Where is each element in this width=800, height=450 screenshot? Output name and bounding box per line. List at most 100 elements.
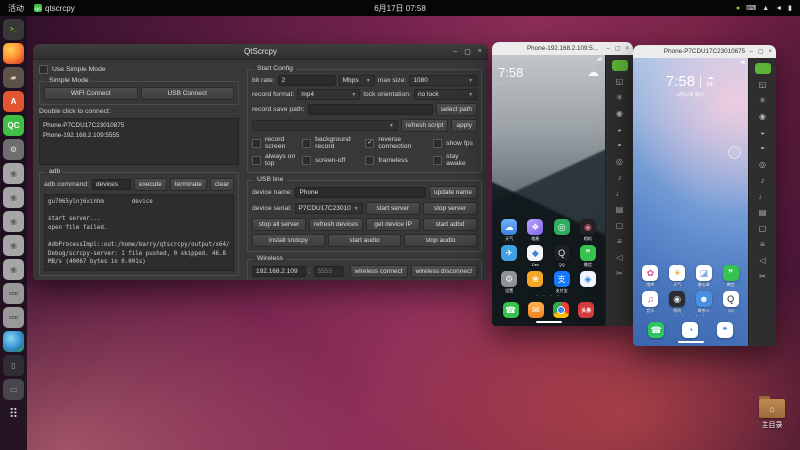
system-status-area[interactable]: ● ⌨ ▲ ◄ ▮ [736,4,792,13]
power-icon[interactable]: ◎ [612,156,628,167]
wireless-ip-input[interactable] [252,266,306,277]
focused-app-indicator[interactable]: QC qtscrcpy [34,4,75,13]
phone2-clock-widget[interactable]: 7:58 ☁ 24° [633,67,748,89]
dock-firefox[interactable]: • [0,43,24,64]
usb-connect-button[interactable]: USB Connect [140,87,234,100]
minimize-button[interactable]: – [453,48,457,55]
bit-rate-input[interactable] [277,75,336,86]
clear-button[interactable]: clear [209,177,234,191]
fullscreen-icon[interactable]: ◱ [755,79,771,90]
fullscreen-icon[interactable]: ◱ [612,76,628,87]
stop-audio-button[interactable]: stop audio [404,234,477,247]
app-phone[interactable]: ☎ [502,302,519,318]
touch-icon[interactable]: ◉ [612,108,628,119]
screen-on-icon[interactable]: ◓ [755,143,771,154]
use-simple-mode-checkbox[interactable]: Use Simple Mode [39,65,239,74]
device-item[interactable]: Phone-P7CDU17C23010875 [43,122,235,129]
app-browser2[interactable]: ◔ [682,322,699,338]
maximize-button[interactable]: ▢ [758,48,764,55]
cb-reverse-connection[interactable]: ✓ reverse connection [365,136,429,150]
device-item[interactable]: Phone-192.168.2.109:5555 [43,132,235,139]
app-chrome[interactable] [553,302,570,318]
refresh-script-button[interactable]: refresh script [400,119,449,132]
close-button[interactable]: × [625,46,629,52]
phone2-screen[interactable]: ····· ◢▮ 7:58 ☁ 24° 6月17日 周六 ✿ 图库 ☀ 天气 ◪… [633,58,748,346]
dock-show-apps[interactable]: ⠿ [3,403,24,424]
maximize-button[interactable]: ▢ [615,45,621,52]
app-notes[interactable]: ◪ [695,265,712,281]
dock-ssd-2[interactable]: SSD [3,307,24,328]
app-toutiao[interactable]: 头条 [578,302,595,318]
app-gallery[interactable]: ❖ [527,219,544,235]
screen-off-icon[interactable]: ◒ [755,127,771,138]
execute-button[interactable]: execute [134,177,167,191]
app-switch-icon[interactable]: ▤ [755,207,771,218]
dock-phone-mirror[interactable]: ▯ [3,355,24,376]
notification-icon[interactable]: ✳ [612,92,628,103]
dock-drive-4[interactable]: ◉ [3,235,24,256]
app-contacts[interactable]: ☻ [695,291,712,307]
app-gallery2[interactable]: ✿ [642,265,659,281]
expand-button[interactable] [611,60,628,71]
minimize-button[interactable]: – [749,49,752,55]
start-audio-button[interactable]: start audio [328,234,401,247]
stop-all-server-button[interactable]: stop all server [252,218,306,231]
dock-qtscrcpy[interactable]: QC • [0,115,24,136]
app-weather2[interactable]: ☀ [669,265,686,281]
app-messages2[interactable]: ❝ [716,322,733,338]
update-name-button[interactable]: update name [429,186,477,199]
close-button[interactable]: × [768,49,772,55]
adb-command-input[interactable] [91,178,132,190]
app-telegram[interactable]: ✈ [501,245,518,261]
app-wechat[interactable]: ❞ [579,245,596,261]
dock-drive-5[interactable]: ◉ [3,259,24,280]
home-icon[interactable]: ▢ [755,223,771,234]
cb-frameless[interactable]: frameless [365,153,429,167]
start-server-button[interactable]: start server [365,202,420,215]
app-messages[interactable]: ✉ [527,302,544,318]
app-alipay[interactable]: 支 [553,271,570,287]
bit-rate-unit-select[interactable]: Mbps ▼ [338,75,375,86]
cb-screen-off[interactable]: screen-off [302,153,361,167]
app-blue[interactable]: ◈ [579,271,596,287]
wireless-connect-button[interactable]: wireless connect [349,265,408,278]
dock-files[interactable]: ▰ • [0,67,24,88]
volume-up-icon[interactable]: ♪ [612,172,628,183]
wifi-connect-button[interactable]: WIFI Connect [44,87,138,100]
get-device-ip-button[interactable]: get device IP [366,218,421,231]
screenshot-icon[interactable]: ✂ [612,268,628,279]
expand-button[interactable] [754,63,771,74]
screenshot-icon[interactable]: ✂ [755,271,771,282]
dock-drive-2[interactable]: ◉ [3,187,24,208]
menu-icon[interactable]: ≡ [755,239,771,250]
screen-on-icon[interactable]: ◓ [612,140,628,151]
stop-server-button[interactable]: stop server [422,202,478,215]
power-icon[interactable]: ◎ [755,159,771,170]
dock-settings[interactable]: ⚙ [3,139,24,160]
notification-icon[interactable]: ✳ [755,95,771,106]
dock-ubuntu-software[interactable]: A [3,91,24,112]
cb-always-on-top[interactable]: always on top [252,153,298,167]
back-icon[interactable]: ◁ [612,252,628,263]
dock-drive-3[interactable]: ◉ [3,211,24,232]
floating-ball[interactable] [728,146,741,159]
app-switch-icon[interactable]: ▤ [612,204,628,215]
dock-globe[interactable] [3,331,24,352]
app-phone2[interactable]: ☎ [648,322,665,338]
apply-button[interactable]: apply [451,119,477,132]
screen-off-icon[interactable]: ◒ [612,124,628,135]
lock-orientation-select[interactable]: no lock ▼ [413,89,478,100]
app-camera2[interactable]: ◉ [669,291,686,307]
home-folder-desktop-icon[interactable]: ⌂ 主目录 [751,396,793,430]
app-orange[interactable]: ❀ [527,271,544,287]
volume-down-icon[interactable]: ♩ [755,191,771,202]
cb-record-screen[interactable]: record screen [252,136,298,150]
phone1-titlebar[interactable]: Phone-192.168.2.109:5... – ▢ × [492,42,633,55]
touch-icon[interactable]: ◉ [755,111,771,122]
activities-button[interactable]: 活动 [8,3,24,14]
menu-icon[interactable]: ≡ [612,236,628,247]
app-qq[interactable]: Q [553,245,570,261]
app-qq2[interactable]: Q [722,291,739,307]
cb-show-fps[interactable]: show fps [433,136,477,150]
phone2-titlebar[interactable]: Phone-P7CDU17C23010875 – ▢ × [633,45,776,58]
